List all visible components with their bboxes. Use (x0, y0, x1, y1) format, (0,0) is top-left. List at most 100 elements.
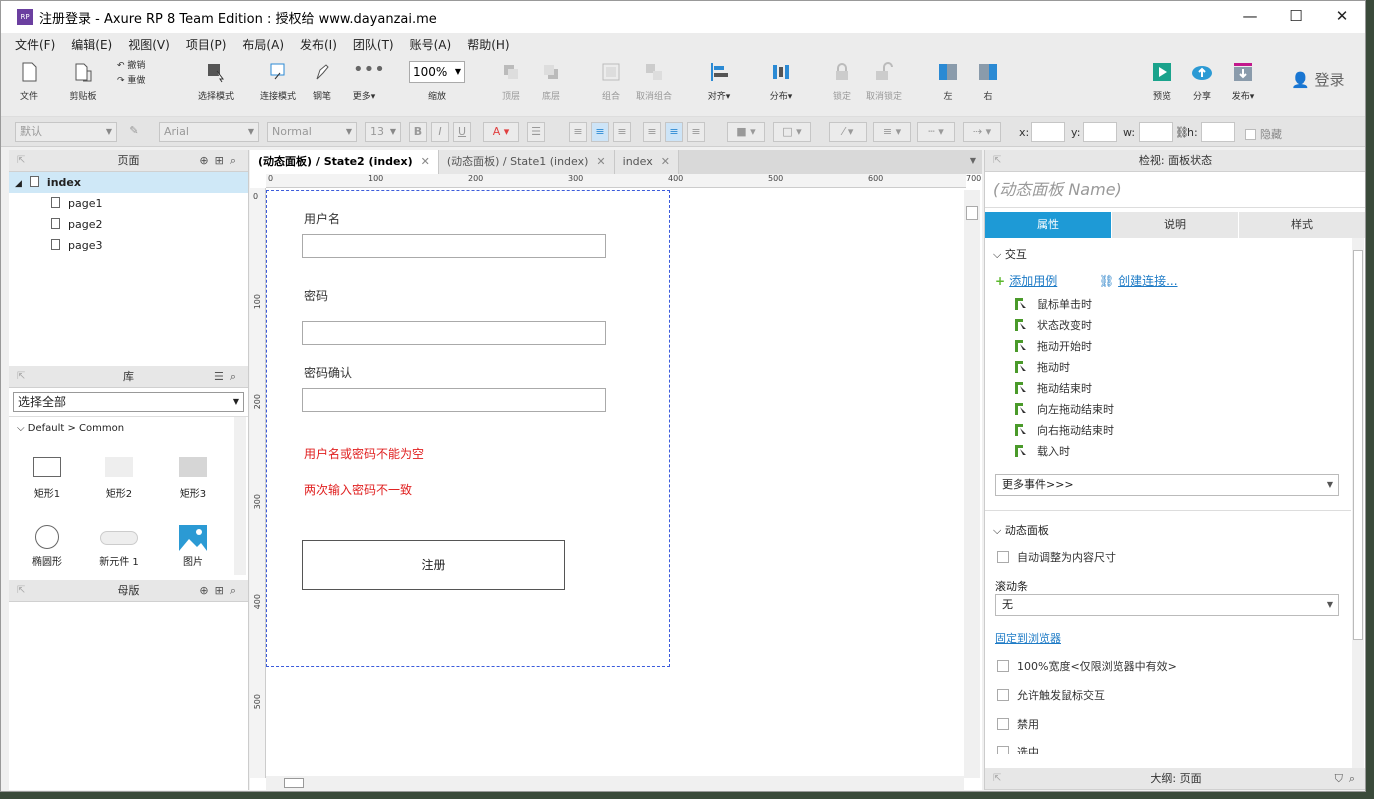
align-right-button[interactable]: ≡ (613, 122, 631, 142)
unlock-button[interactable]: 取消锁定 (863, 61, 905, 102)
add-folder-icon[interactable]: ⊞ (215, 584, 230, 597)
event-item[interactable]: 状态改变时 (985, 315, 1345, 336)
pin-icon[interactable]: ⇱ (17, 150, 25, 172)
line-color-button[interactable]: ⁄ ▾ (829, 122, 867, 142)
widget-rect1[interactable]: 矩形1 (29, 457, 65, 500)
menu-icon[interactable]: ☰ (214, 370, 230, 383)
underline-button[interactable]: U (453, 122, 471, 142)
hide-checkbox[interactable]: 隐藏 (1245, 126, 1282, 142)
select-mode-button[interactable]: 选择模式 (187, 61, 245, 102)
widget-rect3[interactable]: 矩形3 (175, 457, 211, 500)
font-weight-select[interactable]: Normal ▼ (267, 122, 357, 142)
pin-icon[interactable]: ⇱ (993, 768, 1001, 790)
library-scrollbar[interactable] (234, 417, 246, 575)
create-link[interactable]: ⛓ 创建连接... (1099, 272, 1178, 289)
page-index[interactable]: ◢ index (9, 172, 248, 193)
close-button[interactable]: ✕ (1319, 1, 1365, 31)
add-master-icon[interactable]: ⊕ (199, 584, 214, 597)
bring-to-front-button[interactable]: 顶层 (497, 61, 525, 102)
register-button[interactable]: 注册 (302, 540, 565, 590)
event-item[interactable]: 向左拖动结束时 (985, 399, 1345, 420)
tab-index[interactable]: index ✕ (614, 150, 679, 174)
w-input[interactable] (1139, 122, 1173, 142)
search-icon[interactable]: ⌕ (230, 584, 242, 597)
minimize-button[interactable]: — (1227, 1, 1273, 31)
password-field[interactable] (302, 321, 606, 345)
file-button[interactable]: 文件 (11, 61, 47, 102)
close-icon[interactable]: ✕ (661, 155, 670, 168)
tab-state1[interactable]: (动态面板) / State1 (index) ✕ (438, 150, 615, 174)
inspector-scrollbar[interactable] (1352, 238, 1364, 768)
tab-state2[interactable]: (动态面板) / State2 (index) ✕ (250, 150, 439, 174)
scroll-thumb[interactable] (1353, 250, 1363, 640)
font-color-button[interactable]: A ▾ (483, 122, 519, 142)
close-icon[interactable]: ✕ (596, 155, 605, 168)
italic-button[interactable]: I (431, 122, 449, 142)
arrow-style-button[interactable]: ⇢ ▾ (963, 122, 1001, 142)
clipboard-button[interactable]: 剪贴板 (61, 61, 105, 102)
align-button[interactable]: 对齐▾ (703, 61, 735, 102)
widget-new[interactable]: 新元件 1 (95, 525, 143, 568)
publish-button[interactable]: 发布▾ (1227, 61, 1259, 102)
allow-mouse-checkbox[interactable]: 允许触发鼠标交互 (997, 687, 1105, 703)
y-input[interactable] (1083, 122, 1117, 142)
dynamic-panel-state[interactable]: 用户名 密码 密码确认 用户名或密码不能为空 两次输入密码不一致 注册 (266, 190, 670, 667)
pin-icon[interactable]: ⇱ (17, 366, 25, 388)
interaction-section[interactable]: ⌵ 交互 (993, 246, 1027, 262)
more-events-select[interactable]: 更多事件>>> ▼ (995, 474, 1339, 496)
font-select[interactable]: Arial ▼ (159, 122, 259, 142)
tabs-dropdown-icon[interactable]: ▼ (970, 156, 976, 165)
distribute-button[interactable]: 分布▾ (765, 61, 797, 102)
bold-button[interactable]: B (409, 122, 427, 142)
pin-to-browser-link[interactable]: 固定到浏览器 (995, 630, 1061, 646)
dynamic-panel-section[interactable]: ⌵ 动态面板 (993, 522, 1049, 538)
pin-icon[interactable]: ⇱ (993, 150, 1001, 172)
scroll-thumb[interactable] (966, 206, 978, 220)
page-page1[interactable]: page1 (9, 193, 248, 214)
full-width-checkbox[interactable]: 100%宽度<仅限浏览器中有效> (997, 658, 1177, 674)
collapse-icon[interactable]: ◢ (15, 179, 22, 189)
line-width-button[interactable]: ≡ ▾ (873, 122, 911, 142)
close-icon[interactable]: ✕ (421, 155, 430, 168)
login-button[interactable]: 👤 登录 (1291, 69, 1344, 90)
right-button[interactable]: 右 (975, 61, 1001, 102)
maximize-button[interactable]: ☐ (1273, 1, 1319, 31)
menu-layout[interactable]: 布局(A) (242, 36, 284, 53)
library-select[interactable]: 选择全部 ▼ (13, 392, 244, 412)
fill-color-button[interactable]: ■ ▾ (727, 122, 765, 142)
event-item[interactable]: 拖动时 (985, 357, 1345, 378)
group-button[interactable]: 组合 (597, 61, 625, 102)
menu-view[interactable]: 视图(V) (128, 36, 170, 53)
event-item[interactable]: 向右拖动结束时 (985, 420, 1345, 441)
scroll-thumb[interactable] (284, 778, 304, 788)
add-page-icon[interactable]: ⊕ (199, 154, 214, 167)
font-size-select[interactable]: 13 ▼ (365, 122, 401, 142)
pen-button[interactable]: 钢笔 (307, 61, 337, 102)
menu-edit[interactable]: 编辑(E) (71, 36, 112, 53)
send-to-back-button[interactable]: 底层 (537, 61, 565, 102)
preview-button[interactable]: 预览 (1147, 61, 1177, 102)
confirm-password-field[interactable] (302, 388, 606, 412)
menu-help[interactable]: 帮助(H) (467, 36, 509, 53)
style-editor-icon[interactable]: ✎ (125, 122, 143, 142)
redo-button[interactable]: ↷ 重做 (117, 74, 161, 89)
pin-icon[interactable]: ⇱ (17, 580, 25, 602)
more-button[interactable]: ••• 更多▾ (347, 61, 385, 103)
x-input[interactable] (1031, 122, 1065, 142)
menu-account[interactable]: 账号(A) (410, 36, 452, 53)
event-item[interactable]: 载入时 (985, 441, 1345, 462)
tab-style[interactable]: 样式 (1239, 212, 1365, 238)
h-input[interactable] (1201, 122, 1235, 142)
widget-name-input[interactable]: (动态面板 Name) (985, 172, 1365, 208)
align-left-button[interactable]: ≡ (569, 122, 587, 142)
canvas-horizontal-scrollbar[interactable] (266, 776, 964, 790)
valign-top-button[interactable]: ≡ (643, 122, 661, 142)
search-icon[interactable]: ⌕ (1349, 772, 1361, 785)
page-page2[interactable]: page2 (9, 214, 248, 235)
share-button[interactable]: 分享 (1187, 61, 1217, 102)
undo-button[interactable]: ↶ 撤销 (117, 59, 161, 74)
style-select[interactable]: 默认 ▼ (15, 122, 117, 142)
search-icon[interactable]: ⌕ (230, 154, 242, 167)
event-item[interactable]: 鼠标单击时 (985, 294, 1345, 315)
widget-ellipse[interactable]: 椭圆形 (25, 525, 69, 568)
